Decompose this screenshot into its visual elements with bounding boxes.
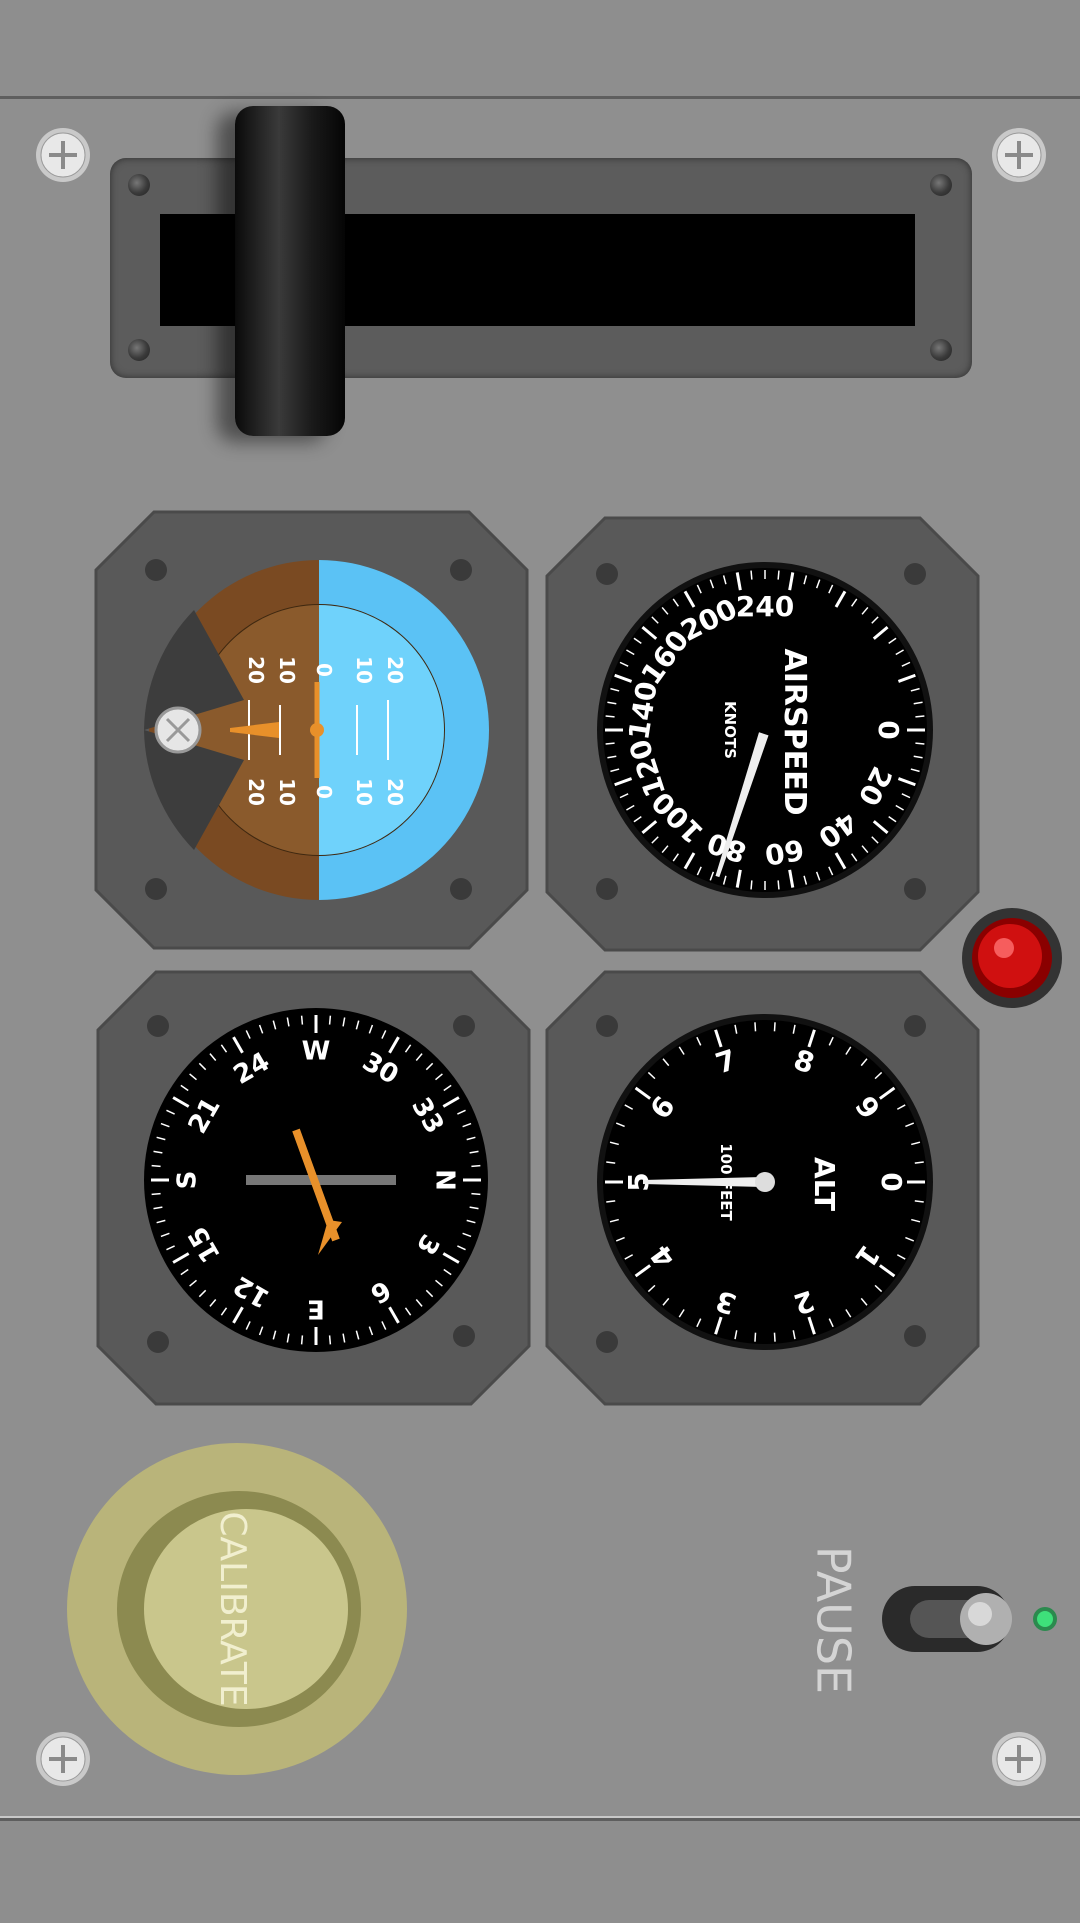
scale-label: W: [302, 1037, 331, 1067]
bolt-icon: [145, 559, 167, 581]
altimeter: 0123456789 ALT 100 FEET: [545, 970, 980, 1406]
tick-mark: [471, 1192, 481, 1196]
bolt-icon: [596, 1331, 618, 1353]
tick-mark: [773, 1022, 776, 1032]
tick-mark: [300, 1335, 304, 1345]
pitch-label: 20: [244, 778, 268, 806]
tick-mark: [300, 1015, 304, 1025]
bottom-bar: [0, 1818, 1080, 1923]
tick-mark: [773, 1332, 776, 1342]
calibrate-button[interactable]: CALIBRATE: [66, 1442, 408, 1776]
bolt-icon: [450, 559, 472, 581]
pitch-label: 10: [352, 778, 376, 806]
bolt-icon: [596, 1015, 618, 1037]
tick-mark: [754, 1332, 757, 1342]
calibrate-label: CALIBRATE: [212, 1511, 253, 1706]
tick-mark: [151, 1192, 161, 1196]
bolt-icon: [930, 174, 952, 196]
scale-label: E: [307, 1294, 325, 1324]
pause-indicator-led: [1033, 1607, 1057, 1631]
scale-label: 60: [762, 833, 806, 872]
pitch-label: 10: [352, 656, 376, 684]
bolt-icon: [128, 174, 150, 196]
bolt-icon: [596, 563, 618, 585]
bolt-icon: [450, 878, 472, 900]
scale-label: 240: [736, 590, 794, 623]
bolt-icon: [904, 1015, 926, 1037]
tick-mark: [777, 880, 780, 890]
pitch-label: 20: [244, 656, 268, 684]
bolt-icon: [904, 563, 926, 585]
scale-label: N: [430, 1169, 460, 1191]
bolt-icon: [147, 1015, 169, 1037]
attitude-indicator: 20 10 0 10 20 20 10 0 10 20: [94, 510, 529, 950]
pause-toggle-switch[interactable]: [880, 1582, 1020, 1656]
airspeed-title: AIRSPEED: [777, 649, 812, 816]
tick-mark: [750, 880, 753, 890]
tick-mark: [328, 1335, 332, 1345]
pitch-label: 0: [312, 785, 336, 799]
altimeter-title: ALT: [808, 1157, 841, 1211]
pitch-label: 10: [275, 778, 299, 806]
throttle-handle[interactable]: [235, 106, 345, 436]
pitch-label: 0: [312, 663, 336, 677]
tick-mark: [151, 1164, 161, 1168]
bolt-icon: [904, 1325, 926, 1347]
bolt-icon: [930, 339, 952, 361]
pitch-label: 20: [383, 656, 407, 684]
screw-icon: [36, 128, 90, 182]
tick-mark: [777, 570, 780, 580]
scale-label: 0: [875, 1172, 908, 1191]
scale-label: 0: [872, 720, 905, 739]
bolt-icon: [453, 1325, 475, 1347]
scale-label: S: [173, 1171, 203, 1190]
bolt-icon: [128, 339, 150, 361]
bolt-icon: [147, 1331, 169, 1353]
bolt-icon: [904, 878, 926, 900]
heading-indicator: N36E1215S2124 W 3033: [96, 970, 531, 1406]
pitch-label: 20: [383, 778, 407, 806]
bolt-icon: [145, 878, 167, 900]
pitch-label: 10: [275, 656, 299, 684]
tick-mark: [915, 742, 925, 745]
screw-icon: [992, 128, 1046, 182]
tick-mark: [328, 1015, 332, 1025]
tick-mark: [605, 742, 615, 745]
screw-icon: [992, 1732, 1046, 1786]
pause-label: PAUSE: [807, 1546, 861, 1694]
bolt-icon: [596, 878, 618, 900]
airspeed-unit: KNOTS: [721, 701, 739, 759]
tick-mark: [750, 570, 753, 580]
airspeed-indicator: 020406080100120140160200240 AIRSPEED KNO…: [545, 516, 980, 952]
tick-mark: [605, 715, 615, 718]
tick-mark: [754, 1022, 757, 1032]
bolt-icon: [453, 1015, 475, 1037]
tick-mark: [471, 1164, 481, 1168]
top-bar: [0, 0, 1080, 99]
tick-mark: [915, 715, 925, 718]
